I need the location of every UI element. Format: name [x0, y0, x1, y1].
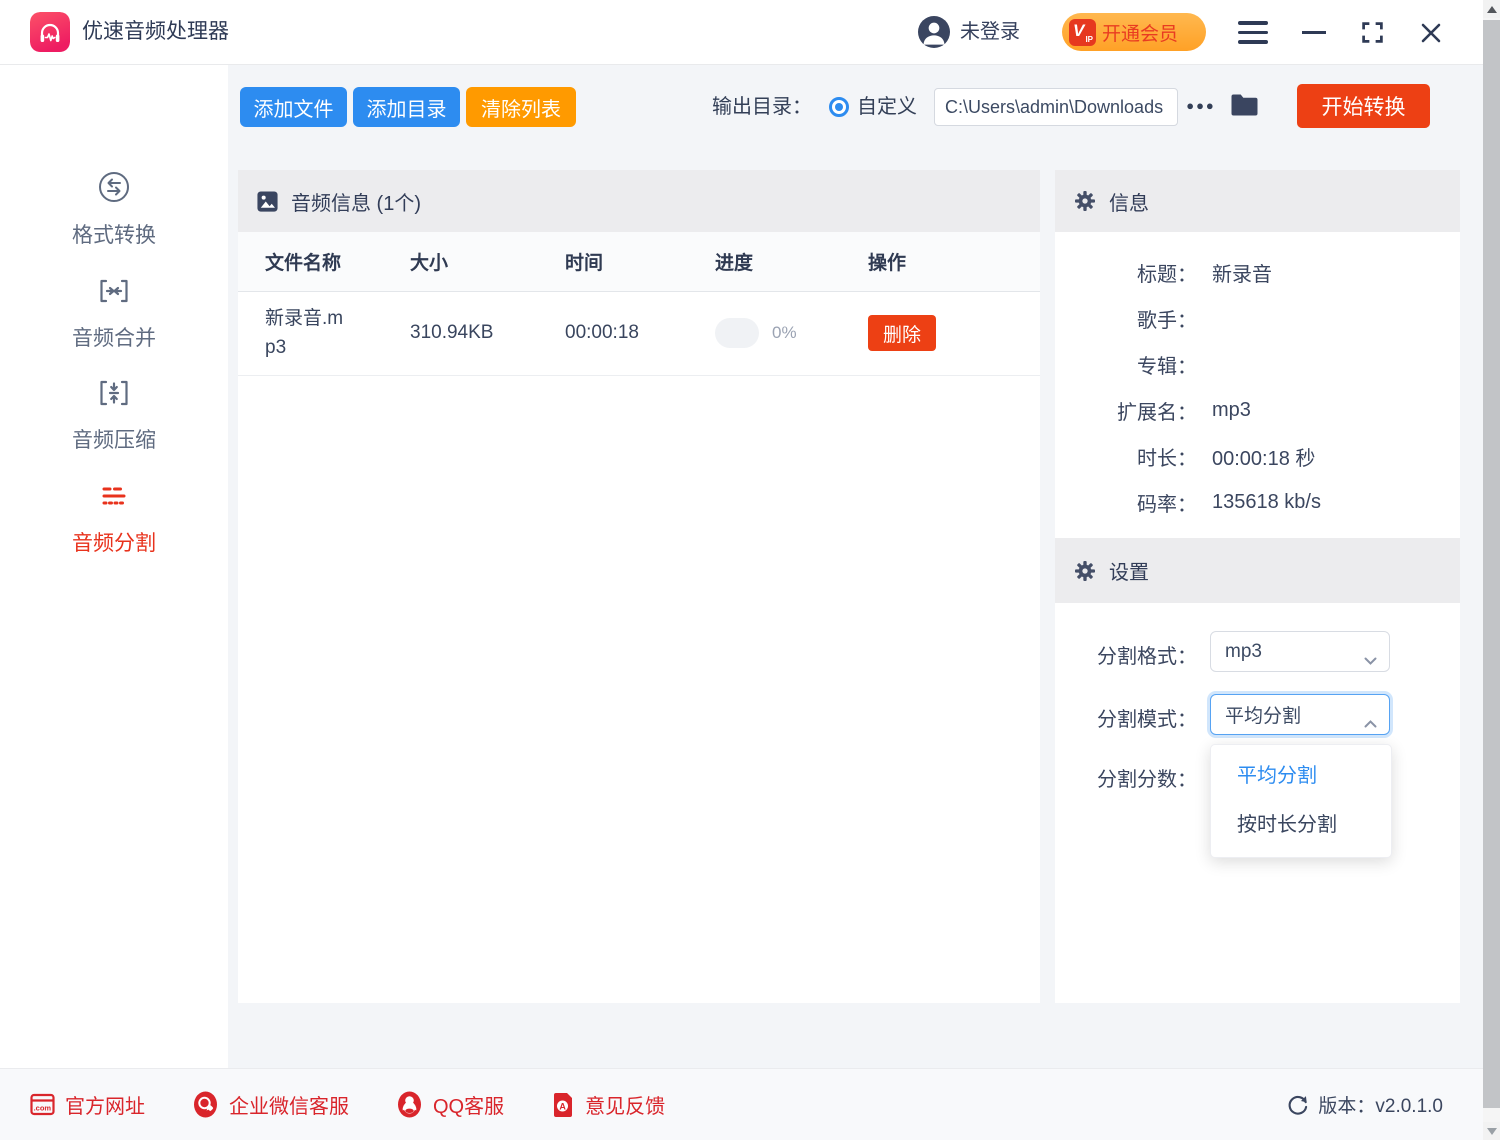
right-panel: 信息 标题： 新录音 歌手： 专辑： 扩展名： mp3 时长： 00:00:18 秒 … — [1055, 170, 1460, 1003]
audio-compress-icon — [96, 375, 132, 411]
progress-bar — [715, 318, 759, 348]
info-artist-label: 歌手： — [1055, 304, 1197, 333]
audio-merge-icon — [96, 273, 132, 309]
vip-badge-icon: V IP — [1069, 19, 1096, 46]
sidebar-item-audio-split[interactable]: 音频分割 — [0, 478, 228, 557]
format-convert-icon — [96, 170, 132, 206]
scrollbar-thumb[interactable] — [1483, 20, 1500, 1108]
file-size: 310.94KB — [410, 322, 565, 344]
app-title: 优速音频处理器 — [82, 0, 229, 64]
info-panel-title: 信息 — [1109, 187, 1149, 216]
svg-text:A: A — [560, 1101, 567, 1111]
col-size: 大小 — [410, 248, 565, 275]
split-format-select[interactable]: mp3 — [1210, 631, 1390, 672]
info-album-label: 专辑： — [1055, 350, 1197, 379]
open-folder-icon[interactable] — [1230, 92, 1259, 122]
feedback-link[interactable]: A 意见反馈 — [551, 1090, 665, 1119]
table-row: 新录音.mp3 310.94KB 00:00:18 0% 删除 — [238, 292, 1040, 376]
qq-service-link[interactable]: QQ客服 — [396, 1090, 504, 1119]
wecom-service-link[interactable]: 企业微信客服 — [192, 1090, 349, 1119]
hamburger-menu-icon[interactable] — [1236, 0, 1270, 65]
info-panel-header: 信息 — [1055, 170, 1460, 232]
audio-info-title: 音频信息 (1个) — [291, 187, 421, 216]
info-bitrate-label: 码率： — [1055, 488, 1197, 517]
file-time: 00:00:18 — [565, 322, 715, 344]
info-title-label: 标题： — [1055, 258, 1197, 287]
sidebar-item-audio-merge[interactable]: 音频合并 — [0, 273, 228, 352]
delete-button[interactable]: 删除 — [868, 315, 936, 351]
output-dir-label: 输出目录： — [712, 87, 812, 127]
sidebar-item-audio-compress[interactable]: 音频压缩 — [0, 375, 228, 454]
settings-panel-title: 设置 — [1109, 556, 1149, 585]
audio-split-icon — [96, 478, 132, 514]
app-window: 优速音频处理器 未登录 V IP 开通会员 — [0, 0, 1483, 1140]
minimize-icon[interactable] — [1300, 0, 1328, 65]
output-path-input[interactable] — [934, 88, 1178, 126]
audio-info-icon — [256, 190, 279, 213]
audio-info-panel-header: 音频信息 (1个) — [238, 170, 1040, 232]
login-status[interactable]: 未登录 — [960, 0, 1020, 64]
window-scrollbar — [1483, 0, 1500, 1140]
clear-list-button[interactable]: 清除列表 — [466, 87, 576, 127]
dropdown-option-by-duration[interactable]: 按时长分割 — [1211, 801, 1391, 850]
title-bar: 优速音频处理器 未登录 V IP 开通会员 — [0, 0, 1483, 65]
refresh-icon[interactable] — [1286, 1093, 1309, 1116]
info-fields: 标题： 新录音 歌手： 专辑： 扩展名： mp3 时长： 00:00:18 秒 码率：… — [1055, 232, 1460, 525]
gear-icon — [1073, 189, 1097, 213]
col-time: 时间 — [565, 248, 715, 275]
info-title-value: 新录音 — [1212, 258, 1272, 287]
open-vip-button[interactable]: V IP 开通会员 — [1062, 13, 1206, 51]
custom-radio[interactable] — [829, 97, 849, 117]
split-mode-select[interactable]: 平均分割 — [1210, 694, 1390, 735]
gear-icon — [1073, 559, 1097, 583]
sidebar: 格式转换 音频合并 音频压缩 音频分割 — [0, 65, 228, 1068]
dropdown-option-average-split[interactable]: 平均分割 — [1211, 752, 1391, 801]
split-mode-label: 分割模式： — [1055, 703, 1197, 732]
add-directory-button[interactable]: 添加目录 — [353, 87, 460, 127]
table-header-row: 文件名称 大小 时间 进度 操作 — [238, 232, 1040, 292]
info-ext-value: mp3 — [1212, 399, 1251, 422]
open-vip-label: 开通会员 — [1102, 19, 1178, 46]
progress-cell: 0% — [715, 318, 868, 348]
split-count-label: 分割分数： — [1055, 763, 1197, 792]
scrollbar-down-icon[interactable] — [1483, 1122, 1500, 1140]
close-icon[interactable] — [1416, 0, 1446, 65]
website-icon: .com — [30, 1093, 55, 1116]
sidebar-item-format-convert[interactable]: 格式转换 — [0, 170, 228, 249]
col-progress: 进度 — [715, 248, 868, 275]
info-bitrate-value: 135618 kb/s — [1212, 491, 1321, 514]
settings-panel-header: 设置 — [1055, 538, 1460, 603]
qq-service-icon — [396, 1091, 423, 1118]
version-label: 版本：v2.0.1.0 — [1318, 1091, 1443, 1118]
chevron-up-icon — [1364, 712, 1377, 734]
info-duration-value: 00:00:18 秒 — [1212, 442, 1315, 471]
info-ext-label: 扩展名： — [1055, 396, 1197, 425]
custom-radio-label[interactable]: 自定义 — [857, 87, 917, 127]
browse-more-button[interactable]: ●●● — [1186, 87, 1216, 127]
wecom-service-icon — [192, 1091, 219, 1118]
col-action: 操作 — [868, 248, 1040, 275]
start-convert-button[interactable]: 开始转换 — [1297, 84, 1430, 128]
add-file-button[interactable]: 添加文件 — [240, 87, 347, 127]
maximize-icon[interactable] — [1358, 0, 1386, 65]
progress-percent: 0% — [772, 323, 797, 343]
chevron-down-icon — [1364, 649, 1377, 671]
split-format-label: 分割格式： — [1055, 640, 1197, 669]
official-website-link[interactable]: .com 官方网址 — [30, 1090, 145, 1119]
app-logo-icon — [30, 12, 70, 52]
version-info: 版本：v2.0.1.0 — [1286, 1091, 1443, 1118]
svg-text:.com: .com — [34, 1104, 52, 1113]
footer: .com 官方网址 企业微信客服 QQ客服 — [0, 1068, 1483, 1140]
audio-info-panel: 音频信息 (1个) 文件名称 大小 时间 进度 操作 新录音.mp3 310.9… — [238, 170, 1040, 1003]
file-name: 新录音.mp3 — [265, 304, 353, 363]
col-filename: 文件名称 — [265, 248, 410, 275]
info-duration-label: 时长： — [1055, 442, 1197, 471]
scrollbar-up-icon[interactable] — [1483, 0, 1500, 18]
avatar-icon[interactable] — [918, 16, 950, 48]
feedback-icon: A — [551, 1092, 575, 1118]
split-mode-dropdown: 平均分割 按时长分割 — [1210, 744, 1392, 858]
